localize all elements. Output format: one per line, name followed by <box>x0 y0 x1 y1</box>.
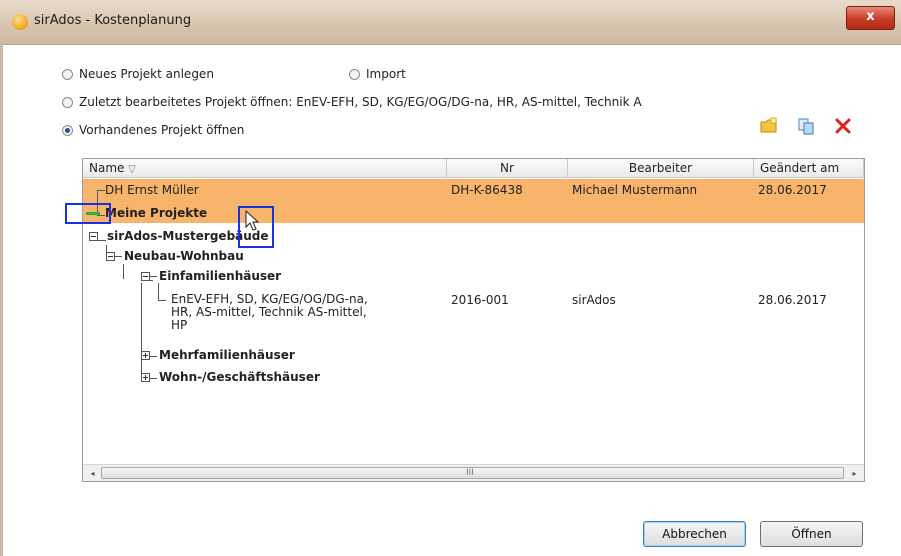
scroll-left-icon[interactable]: ◂ <box>85 467 100 480</box>
expand-icon[interactable] <box>141 373 150 382</box>
folder-add-icon[interactable] <box>760 117 778 135</box>
column-header-name[interactable]: Name ▽ <box>83 159 447 178</box>
collapse-icon[interactable] <box>89 232 98 241</box>
tree-item-meine-projekte[interactable]: Meine Projekte <box>105 206 207 220</box>
highlight-box-drop-target <box>65 203 111 224</box>
radio-button[interactable] <box>62 68 73 80</box>
title-bar: sirAdos - Kostenplanung x <box>0 0 901 45</box>
tree-item-wohn-geschaeftshaeuser[interactable]: Wohn-/Geschäftshäuser <box>159 370 320 384</box>
tree-item-mehrfamilienhaeuser[interactable]: Mehrfamilienhäuser <box>159 348 295 362</box>
tree-item-dh-ernst-mueller[interactable]: DH Ernst Müller <box>105 183 199 197</box>
cell-editor: Michael Mustermann <box>572 183 698 197</box>
collapse-icon[interactable] <box>106 252 115 261</box>
radio-label: Zuletzt bearbeitetes Projekt öffnen: EnE… <box>79 95 642 109</box>
collapse-icon[interactable] <box>141 272 150 281</box>
tree-line <box>158 283 159 300</box>
mouse-cursor-icon <box>245 210 260 231</box>
tree-line <box>97 190 105 191</box>
radio-open-existing[interactable]: Vorhandenes Projekt öffnen <box>62 123 244 137</box>
column-header-nr[interactable]: Nr <box>447 159 568 178</box>
tree-line <box>158 300 166 301</box>
tree-line <box>115 256 122 257</box>
tree-item-einfamilienhaeuser[interactable]: Einfamilienhäuser <box>159 269 281 283</box>
tree-line <box>150 378 157 379</box>
close-button[interactable]: x <box>846 6 895 30</box>
column-header-changed[interactable]: Geändert am <box>754 159 864 178</box>
cell-changed: 28.06.2017 <box>758 293 827 307</box>
tree-item-enev-efh[interactable]: EnEV-EFH, SD, KG/EG/OG/DG-na, HR, AS-mit… <box>171 293 368 332</box>
sort-icon: ▽ <box>128 164 136 175</box>
open-button[interactable]: Öffnen <box>760 521 863 547</box>
radio-label: Vorhandenes Projekt öffnen <box>79 123 245 137</box>
tree-line <box>150 356 157 357</box>
radio-label: Import <box>366 67 406 81</box>
radio-button[interactable] <box>62 96 73 108</box>
delete-icon[interactable] <box>834 117 852 135</box>
cell-changed: 28.06.2017 <box>758 183 827 197</box>
window-border <box>0 44 3 556</box>
scroll-right-icon[interactable]: ▸ <box>847 467 862 480</box>
tree-item-neubau-wohnbau[interactable]: Neubau-Wohnbau <box>124 249 244 263</box>
expand-icon[interactable] <box>141 351 150 360</box>
tree-line <box>123 264 124 279</box>
cell-nr: DH-K-86438 <box>451 183 523 197</box>
radio-button-checked[interactable] <box>62 124 73 136</box>
cancel-button[interactable]: Abbrechen <box>643 521 746 547</box>
tree-line <box>141 283 142 379</box>
tree-line <box>150 276 157 277</box>
copy-icon[interactable] <box>797 117 815 135</box>
scrollbar-thumb[interactable]: III <box>101 467 844 479</box>
horizontal-scrollbar[interactable]: ◂ III ▸ <box>83 464 864 481</box>
radio-button[interactable] <box>349 68 360 80</box>
radio-new-project[interactable]: Neues Projekt anlegen <box>62 67 214 81</box>
cell-editor: sirAdos <box>572 293 616 307</box>
project-tree-table[interactable]: Name ▽ Nr Bearbeiter Geändert am DH Erns… <box>82 158 865 482</box>
app-icon <box>12 14 28 30</box>
radio-import[interactable]: Import <box>349 67 406 81</box>
radio-label: Neues Projekt anlegen <box>79 67 214 81</box>
radio-last-edited[interactable]: Zuletzt bearbeitetes Projekt öffnen: EnE… <box>62 95 762 109</box>
window-title: sirAdos - Kostenplanung <box>34 13 192 28</box>
cell-nr: 2016-001 <box>451 293 509 307</box>
column-header-editor[interactable]: Bearbeiter <box>568 159 754 178</box>
grip-icon: III <box>466 468 474 478</box>
